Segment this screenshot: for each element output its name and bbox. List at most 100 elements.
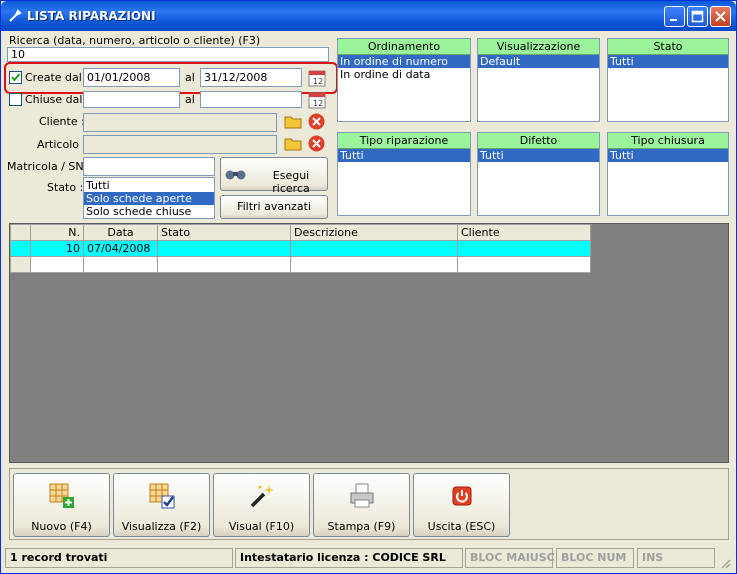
table-cell[interactable] [157,240,291,257]
column-header[interactable]: N. [30,224,84,241]
stampa-button[interactable]: Stampa (F9) [313,473,410,537]
nuovo-label: Nuovo (F4) [31,520,92,533]
column-header[interactable]: Data [83,224,158,241]
filter-header: Visualizzazione [478,39,599,55]
column-header[interactable]: Stato [157,224,291,241]
closed-to-input[interactable] [200,91,302,108]
table-cell[interactable] [290,256,458,273]
table-cell[interactable] [157,256,291,273]
binoculars-icon [225,170,246,180]
svg-text:12: 12 [313,99,323,108]
filter-option[interactable]: Tutti [608,149,728,162]
table-header-row: N. Data Stato Descrizione Cliente [10,224,591,241]
visualizza-button[interactable]: Visualizza (F2) [113,473,210,537]
table-row[interactable] [10,256,591,273]
nuovo-button[interactable]: Nuovo (F4) [13,473,110,537]
bottom-toolbar: Nuovo (F4) Visualizza (F2) Visual (F10) [9,468,729,540]
calendar-icon[interactable]: 12 [307,90,328,111]
search-button-label: Esegui ricerca [272,169,310,195]
stato-option[interactable]: Solo schede aperte [84,192,214,205]
magic-wand-icon [250,485,274,508]
table-cell[interactable]: 10 [30,240,84,257]
visual-label: Visual (F10) [228,520,295,533]
visualizza-label: Visualizza (F2) [121,520,202,533]
view-check-icon [149,483,175,509]
closed-checkbox[interactable] [9,93,22,106]
close-icon [715,11,726,22]
filter-difetto[interactable]: Difetto Tutti [477,132,600,216]
maximize-icon [691,10,704,23]
uscita-label: Uscita (ESC) [427,520,496,533]
table-cell[interactable] [30,256,84,273]
new-grid-icon [49,483,74,508]
filter-option[interactable]: Tutti [608,55,728,68]
main-window: LISTA RIPARAZIONI Ricerca (data, numero,… [0,0,737,574]
stato-listbox[interactable]: Tutti Solo schede aperte Solo schede chi… [83,177,215,219]
table-cell[interactable] [83,256,158,273]
table-row[interactable]: 10 07/04/2008 [10,240,591,257]
status-caps-lock: BLOC MAIUSC [465,548,555,568]
status-insert: INS [637,548,715,568]
results-table[interactable]: N. Data Stato Descrizione Cliente 10 07/… [10,224,591,273]
filter-ordinamento[interactable]: Ordinamento In ordine di numero In ordin… [337,38,471,122]
filter-stato[interactable]: Stato Tutti [607,38,729,122]
status-license: Intestatario licenza : CODICE SRL [235,548,463,568]
column-header[interactable]: Descrizione [290,224,458,241]
resize-grip-icon[interactable] [719,557,731,569]
row-indicator[interactable] [10,256,31,273]
articolo-label: Articolo : [37,138,87,151]
printer-icon [350,483,374,508]
table-cell[interactable]: 07/04/2008 [83,240,158,257]
close-button[interactable] [710,6,731,27]
column-header[interactable]: Cliente [457,224,591,241]
maximize-button[interactable] [687,6,708,27]
results-grid[interactable]: N. Data Stato Descrizione Cliente 10 07/… [9,223,729,463]
filter-header: Difetto [478,133,599,149]
stato-option[interactable]: Tutti [84,179,214,192]
power-icon [452,486,472,506]
filter-header: Stato [608,39,728,55]
visual-button[interactable]: Visual (F10) [213,473,310,537]
clear-icon[interactable] [306,133,327,154]
articolo-input[interactable] [83,135,277,154]
folder-icon[interactable] [283,133,304,154]
folder-icon[interactable] [283,111,304,132]
stato-option[interactable]: Solo schede chiuse [84,205,214,218]
cliente-input[interactable] [83,113,277,132]
status-num-lock: BLOC NUM [556,548,634,568]
filter-visualizzazione[interactable]: Visualizzazione Default [477,38,600,122]
window-title: LISTA RIPARAZIONI [27,9,156,23]
filter-option[interactable]: Tutti [338,149,470,162]
filter-tipo-chiusura[interactable]: Tipo chiusura Tutti [607,132,729,216]
filter-option[interactable]: Default [478,55,599,68]
stato-label: Stato : [47,181,84,194]
clear-icon[interactable] [306,111,327,132]
title-bar[interactable]: LISTA RIPARAZIONI [1,1,736,31]
search-button[interactable]: Esegui ricerca [220,157,328,195]
row-indicator [10,224,31,241]
closed-from-input[interactable] [83,91,180,108]
table-cell[interactable] [290,240,458,257]
filter-header: Tipo riparazione [338,133,470,149]
filter-tipo-riparazione[interactable]: Tipo riparazione Tutti [337,132,471,216]
status-records: 1 record trovati [5,548,233,568]
search-input[interactable]: 10 [7,47,329,62]
advanced-filters-button[interactable]: Filtri avanzati [220,195,328,219]
filter-option[interactable]: Tutti [478,149,599,162]
row-indicator[interactable] [10,240,31,257]
filter-header: Tipo chiusura [608,133,728,149]
minimize-icon [670,19,677,21]
table-cell[interactable] [457,240,591,257]
search-label: Ricerca (data, numero, articolo o client… [9,34,261,47]
cliente-label: Cliente : [39,115,85,128]
matricola-input[interactable] [83,157,215,176]
filter-option[interactable]: In ordine di data [338,68,470,81]
annotation-highlight [4,62,338,94]
table-cell[interactable] [457,256,591,273]
filter-option[interactable]: In ordine di numero [338,55,470,68]
closed-label: Chiuse dal [25,93,83,106]
closed-al-label: al [185,93,195,106]
filter-header: Ordinamento [338,39,470,55]
minimize-button[interactable] [664,6,685,27]
uscita-button[interactable]: Uscita (ESC) [413,473,510,537]
